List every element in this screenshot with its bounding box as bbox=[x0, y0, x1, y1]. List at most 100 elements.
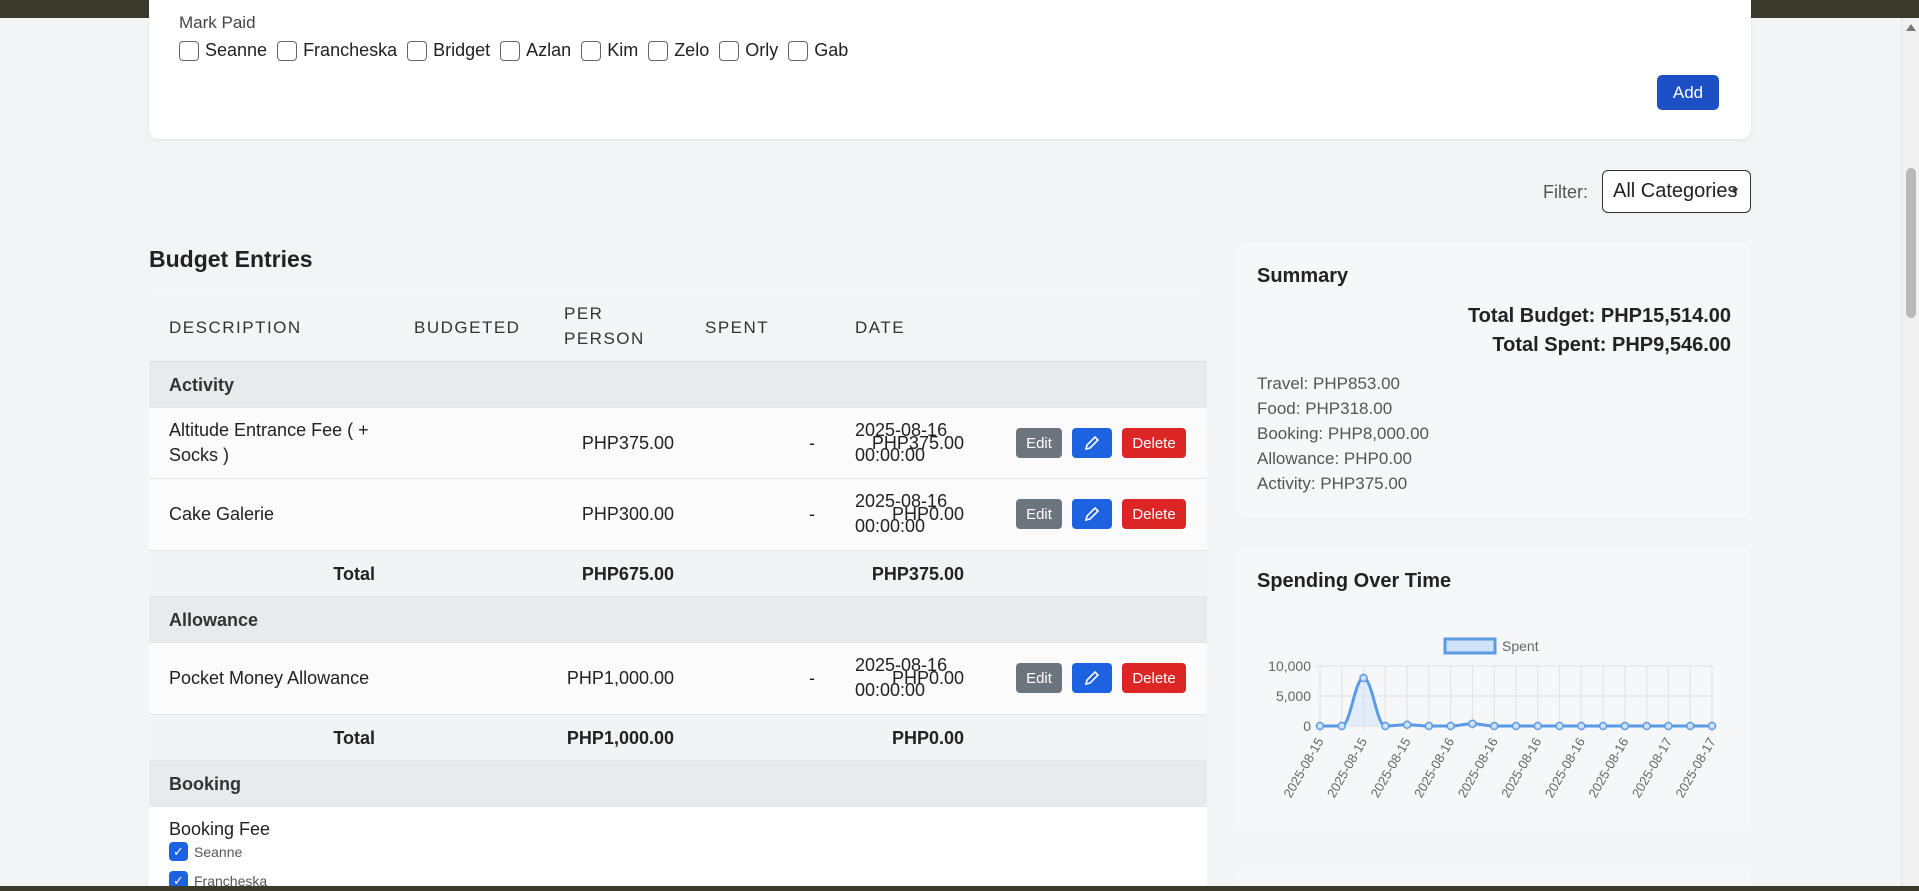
chevron-down-icon: ▼ bbox=[1730, 186, 1740, 197]
mark-paid-checkboxes: Seanne Francheska Bridget Azlan Kim Zelo… bbox=[179, 40, 858, 61]
total-row-activity: Total PHP675.00 PHP375.00 bbox=[149, 551, 1207, 597]
chart-point bbox=[1446, 721, 1455, 731]
y-tick-label: 10,000 bbox=[1268, 658, 1311, 674]
paid-check-seanne[interactable]: ✓ Seanne bbox=[169, 842, 242, 861]
chart-point bbox=[1468, 719, 1477, 728]
summary-title: Summary bbox=[1257, 265, 1349, 287]
total-row-allowance: Total PHP1,000.00 PHP0.00 bbox=[149, 715, 1207, 761]
chart-point bbox=[1489, 721, 1499, 731]
chart-point bbox=[1664, 721, 1673, 731]
total-spent: Total Spent: PHP9,546.00 bbox=[1492, 334, 1731, 356]
scroll-up-arrow-icon[interactable] bbox=[1906, 24, 1916, 31]
table-row: Booking Fee ✓ Seanne ✓ Francheska bbox=[149, 807, 1207, 891]
chart-point bbox=[1424, 721, 1434, 731]
pencil-icon[interactable] bbox=[1072, 499, 1112, 529]
table-header: DESCRIPTION BUDGETED PER PERSON SPENT DA… bbox=[149, 292, 1207, 362]
total-budget: Total Budget: PHP15,514.00 bbox=[1467, 305, 1731, 327]
mark-paid-azlan[interactable]: Azlan bbox=[500, 40, 571, 61]
chart-point bbox=[1707, 721, 1717, 731]
x-tick-label: 2025-08-16 bbox=[1585, 735, 1631, 800]
x-tick-label: 2025-08-16 bbox=[1542, 735, 1588, 800]
edit-button[interactable]: Edit bbox=[1016, 663, 1062, 693]
x-tick-label: 2025-08-16 bbox=[1411, 735, 1457, 800]
mark-paid-kim[interactable]: Kim bbox=[581, 40, 638, 61]
x-tick-label: 2025-08-16 bbox=[1455, 735, 1501, 800]
checkbox[interactable] bbox=[719, 40, 740, 61]
table-row: Altitude Entrance Fee ( + Socks ) PHP375… bbox=[149, 408, 1207, 479]
entry-per-person: - bbox=[809, 433, 815, 453]
entry-date: 2025-08-16 bbox=[855, 491, 948, 511]
group-label: Activity bbox=[169, 375, 235, 395]
budget-entries-table: DESCRIPTION BUDGETED PER PERSON SPENT DA… bbox=[149, 292, 1207, 891]
checkbox[interactable] bbox=[277, 40, 298, 61]
mark-paid-zelo[interactable]: Zelo bbox=[648, 40, 709, 61]
checkbox[interactable] bbox=[500, 40, 521, 61]
chart-point bbox=[1555, 721, 1564, 731]
mark-paid-gab[interactable]: Gab bbox=[788, 40, 848, 61]
add-button[interactable]: Add bbox=[1657, 75, 1719, 110]
edit-button[interactable]: Edit bbox=[1016, 428, 1062, 458]
y-tick-label: 5,000 bbox=[1276, 688, 1311, 704]
delete-button[interactable]: Delete bbox=[1122, 663, 1186, 693]
group-label: Allowance bbox=[169, 610, 259, 630]
summary-category-food: Food: PHP318.00 bbox=[1257, 399, 1393, 418]
mark-paid-bridget[interactable]: Bridget bbox=[407, 40, 490, 61]
entry-time: 00:00:00 bbox=[855, 445, 926, 465]
chart-point bbox=[1381, 721, 1390, 731]
checkbox[interactable] bbox=[581, 40, 602, 61]
delete-button[interactable]: Delete bbox=[1122, 428, 1186, 458]
entry-time: 00:00:00 bbox=[855, 516, 926, 536]
chart-point bbox=[1533, 721, 1543, 731]
total-label: Total bbox=[333, 728, 375, 748]
mark-paid-label: Mark Paid bbox=[179, 13, 256, 32]
mark-paid-orly[interactable]: Orly bbox=[719, 40, 778, 61]
filter-label: Filter: bbox=[1543, 182, 1588, 202]
x-tick-label: 2025-08-15 bbox=[1280, 735, 1326, 800]
table-row: Pocket Money Allowance PHP1,000.00 - PHP… bbox=[149, 643, 1207, 715]
add-entry-form-card: Mark Paid Seanne Francheska Bridget Azla… bbox=[149, 0, 1751, 139]
delete-button[interactable]: Delete bbox=[1122, 499, 1186, 529]
total-budgeted: PHP675.00 bbox=[581, 564, 674, 584]
entry-budgeted: PHP1,000.00 bbox=[566, 668, 674, 688]
pencil-icon[interactable] bbox=[1072, 428, 1112, 458]
checkbox[interactable] bbox=[407, 40, 428, 61]
entry-description: Cake Galerie bbox=[169, 504, 275, 524]
scroll-thumb[interactable] bbox=[1906, 168, 1916, 318]
header-date: DATE bbox=[855, 318, 906, 337]
spending-line-chart: 10,000 5,000 0 2025-08-152025-08-15 2025-08… bbox=[1268, 637, 1719, 800]
spending-chart-card: Spending Over Time 10,000 5,000 0 2025-08-… bbox=[1237, 548, 1751, 833]
chart-point bbox=[1685, 721, 1695, 731]
summary-category-travel: Travel: PHP853.00 bbox=[1257, 374, 1400, 393]
pencil-icon[interactable] bbox=[1072, 663, 1112, 693]
group-row-activity: Activity bbox=[149, 362, 1207, 408]
group-row-booking: Booking bbox=[149, 761, 1207, 807]
page-scrollbar[interactable] bbox=[1901, 18, 1919, 891]
group-label: Booking bbox=[169, 774, 241, 794]
group-row-allowance: Allowance bbox=[149, 597, 1207, 643]
chart-point bbox=[1598, 721, 1608, 731]
total-spent: PHP375.00 bbox=[871, 564, 964, 584]
entry-description: Altitude Entrance Fee ( + bbox=[169, 420, 369, 440]
mark-paid-francheska[interactable]: Francheska bbox=[277, 40, 397, 61]
entry-time: 00:00:00 bbox=[855, 680, 926, 700]
entry-description: Pocket Money Allowance bbox=[169, 668, 370, 688]
edit-button[interactable]: Edit bbox=[1016, 499, 1062, 529]
checkbox[interactable] bbox=[648, 40, 669, 61]
checkbox[interactable] bbox=[788, 40, 809, 61]
check-icon[interactable]: ✓ bbox=[169, 842, 188, 861]
summary-category-activity: Activity: PHP375.00 bbox=[1257, 474, 1408, 493]
entry-description-line2: Socks ) bbox=[169, 445, 230, 465]
chart-point bbox=[1315, 721, 1325, 731]
entry-budgeted: PHP375.00 bbox=[581, 433, 674, 453]
budget-entries-title: Budget Entries bbox=[149, 246, 313, 272]
y-tick-label: 0 bbox=[1303, 718, 1311, 734]
entry-date: 2025-08-16 bbox=[855, 655, 948, 675]
summary-card: Summary Total Budget: PHP15,514.00 Total… bbox=[1237, 243, 1751, 517]
category-filter-select[interactable]: All Categories ▼ bbox=[1602, 170, 1751, 213]
checkbox[interactable] bbox=[179, 40, 199, 61]
x-tick-label: 2025-08-15 bbox=[1324, 735, 1370, 800]
chart-point bbox=[1402, 720, 1412, 730]
x-tick-label: 2025-08-17 bbox=[1629, 735, 1675, 800]
summary-category-allowance: Allowance: PHP0.00 bbox=[1257, 449, 1412, 468]
mark-paid-seanne[interactable]: Seanne bbox=[179, 40, 267, 61]
